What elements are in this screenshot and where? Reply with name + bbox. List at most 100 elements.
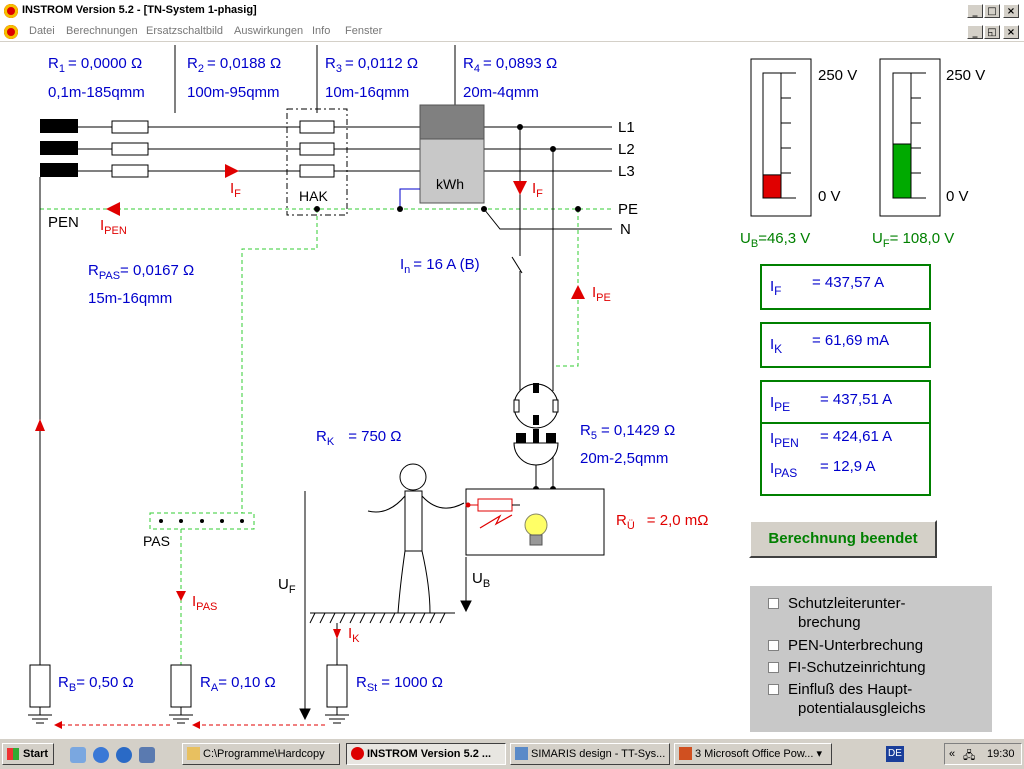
uf-arrow-head <box>299 708 311 721</box>
child-window-icon[interactable] <box>4 25 18 39</box>
n-label: N <box>620 221 631 238</box>
uf-label: UF <box>278 576 296 596</box>
folder-icon <box>187 747 200 760</box>
result-ik-value: = 61,69 mA <box>812 332 890 349</box>
r4-desc: 20m-4qmm <box>463 84 539 101</box>
gauge-uf-value: UF= 108,0 V <box>872 230 954 250</box>
result-ipe: IPE <box>770 394 791 414</box>
checkbox-hauptpotential[interactable] <box>768 684 779 695</box>
result-ipas-value: = 12,9 A <box>820 458 876 475</box>
fault-resistor <box>477 498 513 512</box>
child-minimize-icon[interactable]: _ <box>967 25 983 39</box>
child-close-icon[interactable]: × <box>1003 25 1019 39</box>
menu-ersatzschaltbild[interactable]: Ersatzschaltbild <box>146 25 223 37</box>
result-ik: IK <box>770 336 783 356</box>
media-player-icon[interactable] <box>116 747 132 763</box>
pas-label: PAS <box>143 533 170 549</box>
app-icon[interactable] <box>4 4 18 18</box>
rk-label: RK = 750 Ω <box>316 428 402 448</box>
result-if: IF <box>770 278 782 298</box>
task-instrom[interactable]: INSTROM Version 5.2 ... <box>346 743 506 765</box>
calc-button[interactable]: Berechnung beendet <box>749 520 937 558</box>
r5-desc: 20m-2,5qmm <box>580 450 668 467</box>
gauge-ub-max: 250 V <box>818 67 857 84</box>
task-office[interactable]: 3 Microsoft Office Pow... ▾ <box>674 743 832 765</box>
socket <box>513 383 559 466</box>
minimize-icon[interactable]: _ <box>967 4 983 18</box>
result-ipe-value: = 437,51 A <box>820 391 893 408</box>
breaker-switch <box>511 256 523 274</box>
if-label-2: IF <box>532 180 543 200</box>
gauge-ub-value: UB=46,3 V <box>740 230 810 250</box>
menu-info[interactable]: Info <box>312 25 330 37</box>
language-indicator[interactable]: DE <box>886 746 904 762</box>
close-icon[interactable]: × <box>1003 4 1019 18</box>
result-if-value: = 437,57 A <box>812 274 885 291</box>
powerpoint-icon <box>679 747 692 760</box>
breaker-label: In = 16 A (B) <box>400 256 480 276</box>
l1-label: L1 <box>618 119 635 136</box>
start-button[interactable]: Start <box>2 743 54 765</box>
task-hardcopy[interactable]: C:\Programme\Hardcopy <box>182 743 340 765</box>
transformer-blocks <box>40 119 78 177</box>
r3-label: R3 = 0,0112 Ω <box>325 55 418 75</box>
r1-desc: 0,1m-185qmm <box>48 84 145 101</box>
result-ipen-value: = 424,61 A <box>820 428 893 445</box>
phase-lines <box>78 126 612 172</box>
explorer-icon[interactable] <box>70 747 86 763</box>
result-ik-box: IK = 61,69 mA <box>760 322 931 368</box>
ub-arrow-head <box>460 600 472 613</box>
system-tray: « 🖧 19:30 <box>944 743 1022 765</box>
kwh-meter: kWh <box>419 104 485 204</box>
title-bar[interactable]: INSTROM Version 5.2 - [TN-System 1-phasi… <box>0 0 1024 22</box>
hak-label: HAK <box>299 188 328 204</box>
current-arrows <box>106 164 585 639</box>
gauge-uf <box>879 58 941 217</box>
earth-symbols <box>28 714 349 724</box>
r2-label: R2 = 0,0188 Ω <box>187 55 281 75</box>
meter-wire <box>399 188 420 209</box>
if-label-1: IF <box>230 180 241 200</box>
checkbox-fi[interactable] <box>768 662 779 673</box>
r5-label: R5 = 0,1429 Ω <box>580 422 675 442</box>
menu-fenster[interactable]: Fenster <box>345 25 382 37</box>
maximize-icon[interactable]: □ <box>984 4 1000 18</box>
instrom-icon <box>351 747 364 760</box>
menu-berechnungen[interactable]: Berechnungen <box>66 25 138 37</box>
n-conductor <box>483 208 612 230</box>
svg-text:kWh: kWh <box>436 176 464 192</box>
options-panel: Schutzleiterunter-brechung PEN-Unterbrec… <box>750 586 992 732</box>
pen-label: PEN <box>48 214 79 231</box>
quicklaunch-icon[interactable] <box>139 747 155 763</box>
pen-up-arrow <box>35 419 45 431</box>
r1-label: R1 = 0,0000 Ω <box>48 55 142 75</box>
ie-icon[interactable] <box>93 747 109 763</box>
tray-expand-icon[interactable]: « <box>949 748 955 760</box>
pe-label: PE <box>618 201 638 218</box>
checkbox-schutzleiter[interactable] <box>768 598 779 609</box>
result-ipen: IPEN <box>770 430 799 450</box>
gauge-ub <box>750 58 812 217</box>
rpas-label: RPAS= 0,0167 Ω <box>88 262 194 282</box>
r3-desc: 10m-16qmm <box>325 84 409 101</box>
result-ipas: IPAS <box>770 460 798 480</box>
result-if-box: IF = 437,57 A <box>760 264 931 310</box>
gauge-uf-min: 0 V <box>946 188 969 205</box>
ipen-label: IPEN <box>100 217 127 237</box>
rpas-desc: 15m-16qmm <box>88 290 172 307</box>
ra-label: RA= 0,10 Ω <box>200 674 276 694</box>
network-icon[interactable]: 🖧 <box>963 747 975 766</box>
checkbox-pen[interactable] <box>768 640 779 651</box>
ub-label: UB <box>472 570 490 590</box>
menu-auswirkungen[interactable]: Auswirkungen <box>234 25 303 37</box>
window-title: INSTROM Version 5.2 - [TN-System 1-phasi… <box>22 4 257 16</box>
l3-label: L3 <box>618 163 635 180</box>
ipas-label: IPAS <box>192 593 217 613</box>
ipe-label: IPE <box>592 284 611 304</box>
child-restore-icon[interactable]: ◱ <box>984 25 1000 39</box>
task-simaris[interactable]: SIMARIS design - TT-Sys... <box>510 743 670 765</box>
gauge-uf-max: 250 V <box>946 67 985 84</box>
result-group-box: IPE = 437,51 A IPEN = 424,61 A IPAS = 12… <box>760 380 931 496</box>
menu-datei[interactable]: Datei <box>29 25 55 37</box>
clock[interactable]: 19:30 <box>987 748 1015 760</box>
